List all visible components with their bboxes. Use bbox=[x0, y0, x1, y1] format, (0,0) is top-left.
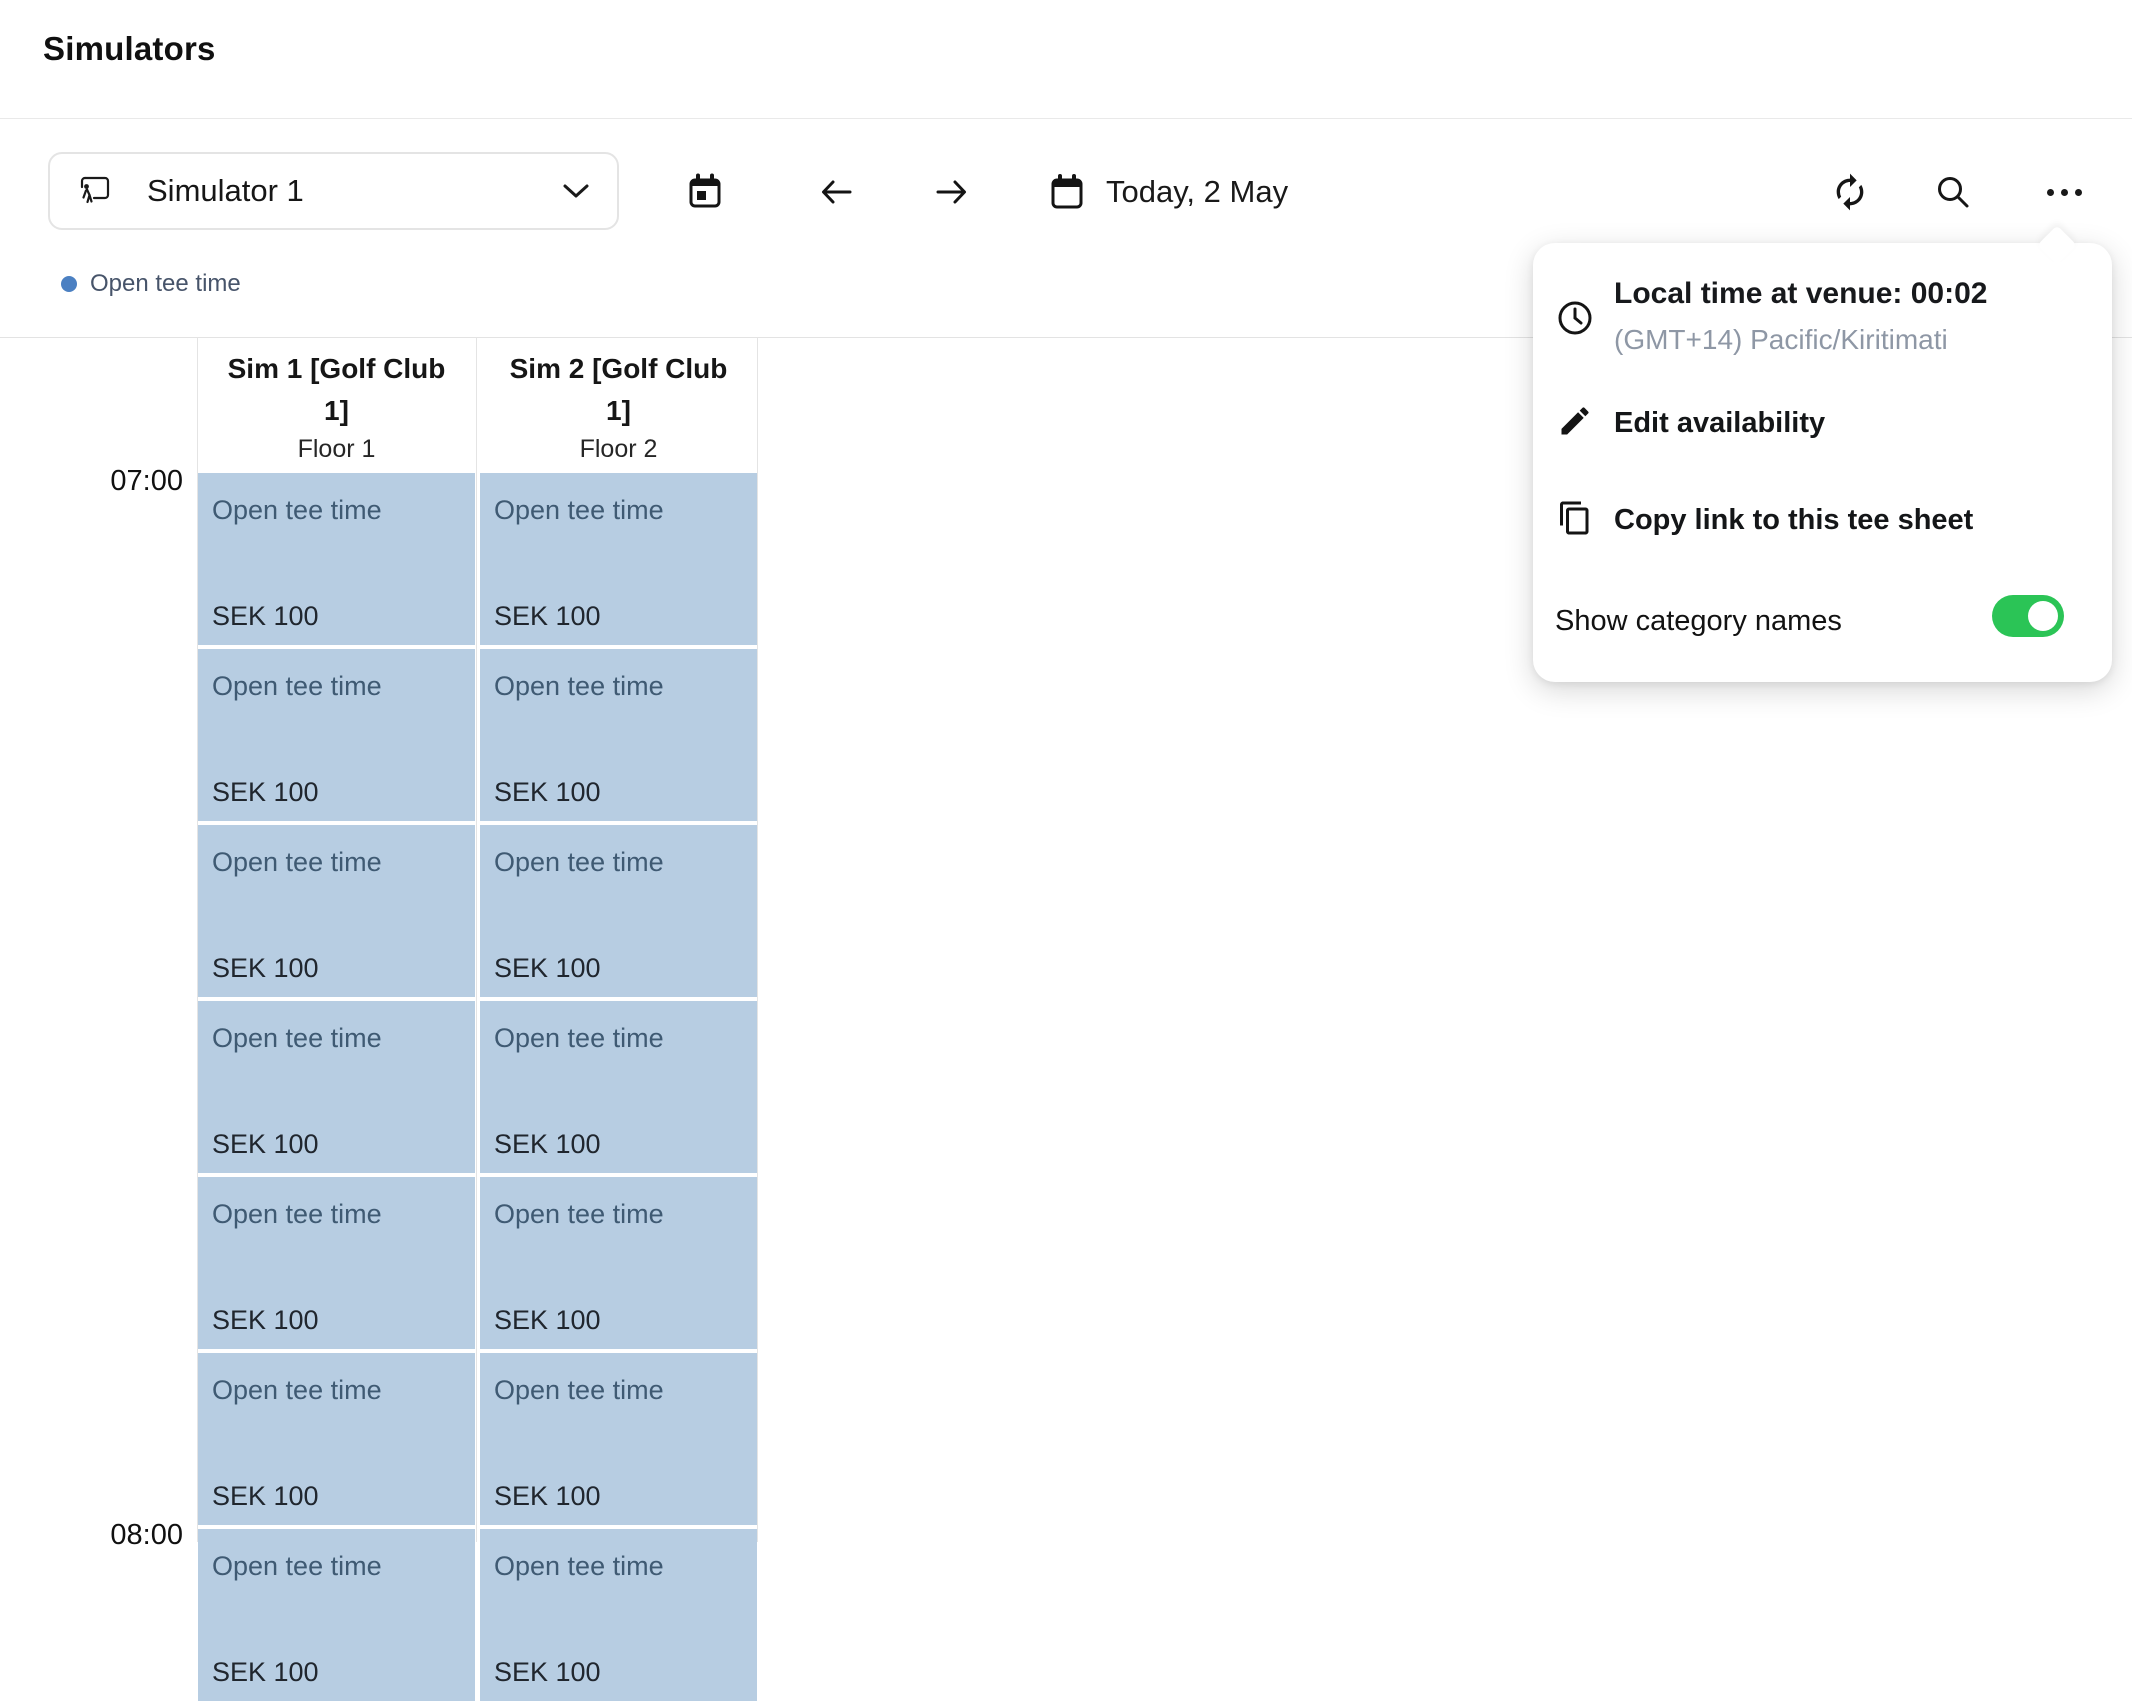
refresh-button[interactable] bbox=[1828, 170, 1872, 214]
date-label: Today, 2 May bbox=[1106, 174, 1288, 210]
refresh-icon bbox=[1830, 172, 1870, 212]
tee-time-slot[interactable]: Open tee time SEK 100 bbox=[198, 649, 475, 821]
tee-time-slot[interactable]: Open tee time SEK 100 bbox=[198, 1001, 475, 1173]
time-label: 08:00 bbox=[88, 1519, 183, 1552]
slot-label: Open tee time bbox=[212, 847, 382, 878]
tee-time-slot[interactable]: Open tee time SEK 100 bbox=[480, 649, 757, 821]
slot-price: SEK 100 bbox=[212, 953, 319, 984]
time-label: 07:00 bbox=[88, 465, 183, 498]
next-day-button[interactable] bbox=[929, 170, 973, 214]
slot-price: SEK 100 bbox=[212, 601, 319, 632]
slot-label: Open tee time bbox=[212, 495, 382, 526]
tee-time-slot[interactable]: Open tee time SEK 100 bbox=[198, 1353, 475, 1525]
toggle-label: Show category names bbox=[1555, 605, 1842, 638]
column-title: Sim 1 [Golf Club 1] bbox=[212, 348, 461, 432]
show-category-names-row: Show category names bbox=[1533, 595, 2112, 643]
menu-item-label: Copy link to this tee sheet bbox=[1614, 504, 1973, 537]
slot-price: SEK 100 bbox=[494, 777, 601, 808]
search-icon bbox=[1933, 172, 1973, 212]
slot-price: SEK 100 bbox=[212, 1481, 319, 1512]
chevron-down-icon bbox=[561, 182, 591, 200]
column-title: Sim 2 [Golf Club 1] bbox=[494, 348, 743, 432]
simulator-icon bbox=[77, 173, 111, 209]
legend-dot bbox=[61, 276, 77, 292]
slot-label: Open tee time bbox=[494, 1375, 664, 1406]
search-button[interactable] bbox=[1931, 170, 1975, 214]
tee-time-slot[interactable]: Open tee time SEK 100 bbox=[480, 1001, 757, 1173]
slot-price: SEK 100 bbox=[212, 1129, 319, 1160]
slot-price: SEK 100 bbox=[494, 1481, 601, 1512]
column-slots-sim-1: Open tee time SEK 100 Open tee time SEK 100… bbox=[198, 473, 475, 1705]
slot-label: Open tee time bbox=[212, 1199, 382, 1230]
slot-label: Open tee time bbox=[494, 495, 664, 526]
slot-price: SEK 100 bbox=[212, 1305, 319, 1336]
calendar-today-icon bbox=[686, 172, 724, 212]
tee-time-slot[interactable]: Open tee time SEK 100 bbox=[480, 1177, 757, 1349]
copy-icon bbox=[1557, 500, 1593, 536]
slot-price: SEK 100 bbox=[494, 1657, 601, 1688]
previous-day-button[interactable] bbox=[815, 170, 859, 214]
more-options-menu: Local time at venue: 00:02 (GMT+14) Paci… bbox=[1533, 243, 2112, 682]
tee-time-slot[interactable]: Open tee time SEK 100 bbox=[480, 1529, 757, 1701]
column-slots-sim-2: Open tee time SEK 100 Open tee time SEK 100… bbox=[480, 473, 757, 1705]
slot-label: Open tee time bbox=[494, 1023, 664, 1054]
slot-price: SEK 100 bbox=[494, 1305, 601, 1336]
slot-label: Open tee time bbox=[494, 1199, 664, 1230]
legend-open-tee-time: Open tee time bbox=[61, 270, 241, 298]
simulator-select-label: Simulator 1 bbox=[147, 173, 304, 209]
local-time-timezone: (GMT+14) Pacific/Kiritimati bbox=[1614, 324, 1948, 356]
calendar-icon bbox=[1050, 173, 1084, 211]
column-header-sim-1: Sim 1 [Golf Club 1] Floor 1 bbox=[198, 348, 475, 466]
slot-label: Open tee time bbox=[212, 1375, 382, 1406]
pencil-icon bbox=[1557, 403, 1593, 439]
tee-time-slot[interactable]: Open tee time SEK 100 bbox=[480, 1353, 757, 1525]
column-subtitle: Floor 1 bbox=[212, 433, 461, 466]
grid-line bbox=[757, 337, 758, 1542]
slot-label: Open tee time bbox=[494, 1551, 664, 1582]
slot-label: Open tee time bbox=[212, 671, 382, 702]
slot-label: Open tee time bbox=[494, 671, 664, 702]
slot-price: SEK 100 bbox=[494, 953, 601, 984]
tee-time-slot[interactable]: Open tee time SEK 100 bbox=[198, 1529, 475, 1701]
toggle-knob bbox=[2028, 601, 2058, 631]
simulator-select[interactable]: Simulator 1 bbox=[48, 152, 619, 230]
local-time-title: Local time at venue: 00:02 bbox=[1614, 277, 1987, 311]
date-picker[interactable]: Today, 2 May bbox=[1050, 170, 1288, 214]
slot-price: SEK 100 bbox=[494, 601, 601, 632]
more-options-button[interactable] bbox=[2042, 170, 2086, 214]
arrow-left-icon bbox=[817, 172, 857, 212]
popover-caret bbox=[2037, 225, 2077, 265]
menu-item-edit-availability[interactable]: Edit availability bbox=[1533, 399, 2112, 451]
calendar-view-button[interactable] bbox=[683, 170, 727, 214]
menu-item-label: Edit availability bbox=[1614, 407, 1825, 440]
column-subtitle: Floor 2 bbox=[494, 433, 743, 466]
slot-label: Open tee time bbox=[212, 1023, 382, 1054]
menu-item-copy-link[interactable]: Copy link to this tee sheet bbox=[1533, 496, 2112, 548]
legend-label: Open tee time bbox=[90, 270, 241, 298]
slot-price: SEK 100 bbox=[212, 1657, 319, 1688]
slot-label: Open tee time bbox=[212, 1551, 382, 1582]
ellipsis-icon bbox=[2047, 189, 2082, 196]
tee-time-slot[interactable]: Open tee time SEK 100 bbox=[198, 473, 475, 645]
tee-time-slot[interactable]: Open tee time SEK 100 bbox=[480, 473, 757, 645]
tee-time-slot[interactable]: Open tee time SEK 100 bbox=[198, 825, 475, 997]
header-divider bbox=[0, 118, 2132, 119]
tee-time-slot[interactable]: Open tee time SEK 100 bbox=[480, 825, 757, 997]
arrow-right-icon bbox=[931, 172, 971, 212]
tee-time-slot[interactable]: Open tee time SEK 100 bbox=[198, 1177, 475, 1349]
page-title: Simulators bbox=[43, 30, 216, 68]
slot-label: Open tee time bbox=[494, 847, 664, 878]
show-category-names-toggle[interactable] bbox=[1992, 595, 2064, 637]
slot-price: SEK 100 bbox=[494, 1129, 601, 1160]
grid-line bbox=[476, 337, 477, 1542]
slot-price: SEK 100 bbox=[212, 777, 319, 808]
clock-icon bbox=[1555, 298, 1595, 338]
column-header-sim-2: Sim 2 [Golf Club 1] Floor 2 bbox=[480, 348, 757, 466]
